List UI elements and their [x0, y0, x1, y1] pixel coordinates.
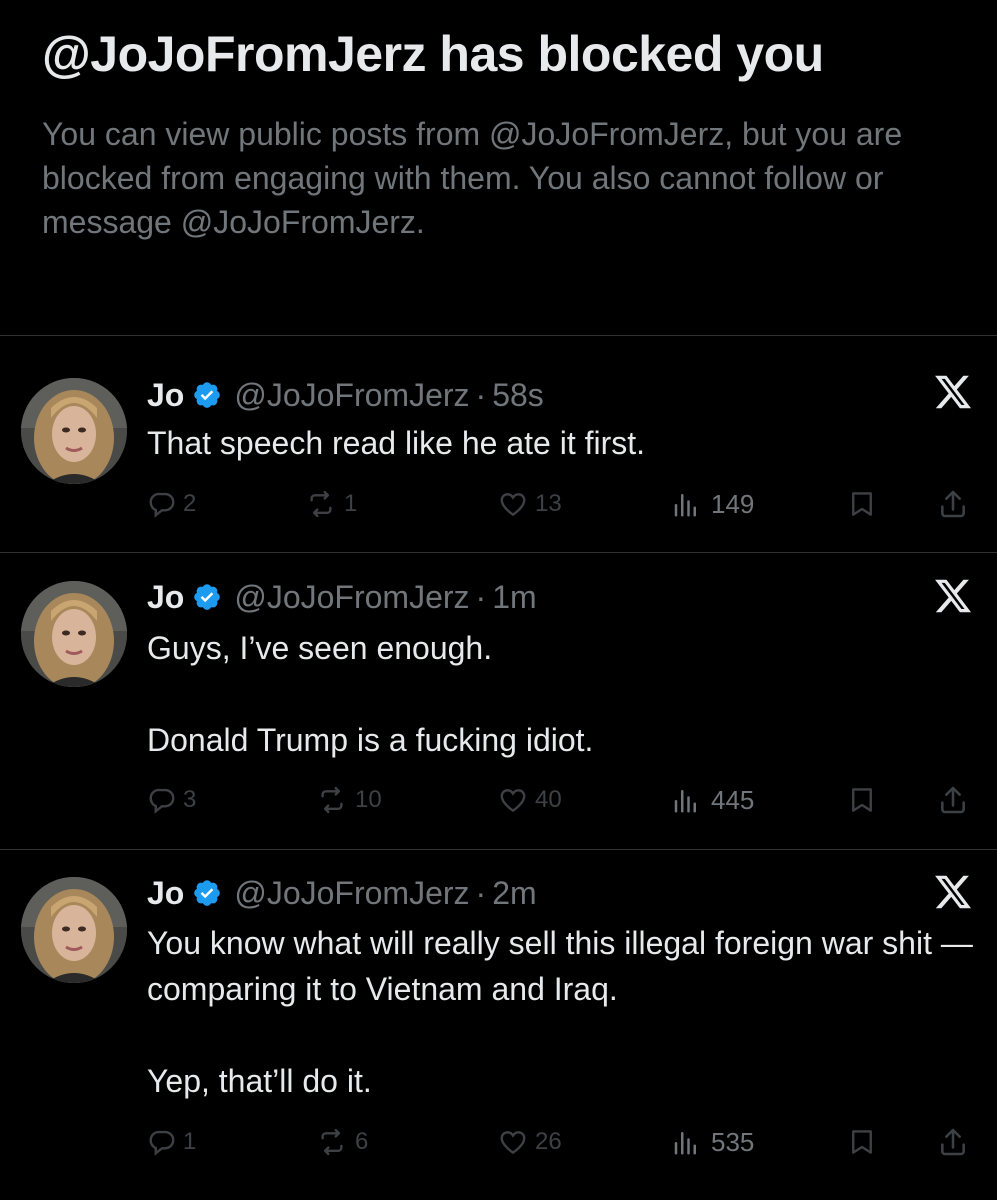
post-text: Guys, I’ve seen enough. Donald Trump is … — [147, 625, 977, 763]
bar-chart-icon — [671, 785, 701, 815]
post-time[interactable]: 2m — [492, 875, 536, 912]
author-name[interactable]: Jo — [147, 579, 184, 616]
repost-button[interactable]: 6 — [315, 1122, 368, 1162]
post-paragraph: Yep, that’ll do it. — [147, 1063, 372, 1099]
reply-count: 1 — [183, 1128, 197, 1155]
avatar[interactable] — [21, 581, 127, 687]
x-logo-icon[interactable] — [933, 576, 973, 616]
heart-icon — [497, 1127, 529, 1157]
views-count: 445 — [711, 784, 755, 815]
reply-button[interactable]: 1 — [147, 1122, 196, 1162]
post-paragraph: Donald Trump is a fucking idiot. — [147, 722, 594, 758]
verified-badge-icon — [192, 380, 222, 410]
post-paragraph: Guys, I’ve seen enough. — [147, 630, 493, 666]
share-upload-icon — [937, 1126, 969, 1158]
like-count: 13 — [535, 490, 562, 517]
post-header: Jo @JoJoFromJerz · 58s — [147, 375, 544, 415]
author-name[interactable]: Jo — [147, 377, 184, 414]
bookmark-icon — [847, 489, 877, 519]
post-time[interactable]: 1m — [492, 579, 536, 616]
views-count: 149 — [711, 488, 755, 519]
share-button[interactable] — [937, 484, 969, 524]
author-handle[interactable]: @JoJoFromJerz — [234, 579, 469, 616]
repost-count: 6 — [355, 1128, 369, 1155]
reply-count: 3 — [183, 786, 197, 813]
verified-badge-icon — [192, 878, 222, 908]
x-logo-icon[interactable] — [933, 872, 973, 912]
divider — [0, 335, 997, 336]
repost-button[interactable]: 1 — [304, 484, 357, 524]
post-actions: 2 1 13 149 — [147, 484, 977, 524]
repost-button[interactable]: 10 — [315, 780, 382, 820]
x-logo-icon[interactable] — [933, 372, 973, 412]
post-header: Jo @JoJoFromJerz · 2m — [147, 873, 537, 913]
share-upload-icon — [937, 488, 969, 520]
separator-dot: · — [475, 578, 487, 615]
share-button[interactable] — [937, 1122, 969, 1162]
bookmark-icon — [847, 1127, 877, 1157]
repost-count: 10 — [355, 786, 382, 813]
post-actions: 3 10 40 445 — [147, 780, 977, 820]
avatar[interactable] — [21, 877, 127, 983]
repost-icon — [315, 1127, 349, 1157]
separator-dot: · — [475, 874, 487, 911]
like-count: 26 — [535, 1128, 562, 1155]
avatar[interactable] — [21, 378, 127, 484]
divider — [0, 849, 997, 850]
bar-chart-icon — [671, 1127, 701, 1157]
bookmark-button[interactable] — [847, 780, 877, 820]
author-name[interactable]: Jo — [147, 875, 184, 912]
blocked-notice: @JoJoFromJerz has blocked you You can vi… — [42, 22, 962, 244]
like-count: 40 — [535, 786, 562, 813]
author-handle[interactable]: @JoJoFromJerz — [234, 377, 469, 414]
like-button[interactable]: 40 — [497, 780, 562, 820]
reply-count: 2 — [183, 490, 197, 517]
share-button[interactable] — [937, 780, 969, 820]
heart-icon — [497, 785, 529, 815]
post-time[interactable]: 58s — [492, 377, 544, 414]
bookmark-icon — [847, 785, 877, 815]
post-header: Jo @JoJoFromJerz · 1m — [147, 577, 537, 617]
post-text: You know what will really sell this ille… — [147, 920, 977, 1104]
share-upload-icon — [937, 784, 969, 816]
blocked-description: You can view public posts from @JoJoFrom… — [42, 116, 903, 240]
views-button[interactable]: 535 — [671, 1122, 754, 1162]
verified-badge-icon — [192, 582, 222, 612]
views-count: 535 — [711, 1126, 755, 1157]
reply-bubble-icon — [147, 1127, 177, 1157]
reply-button[interactable]: 2 — [147, 484, 196, 524]
post-text: That speech read like he ate it first. — [147, 420, 977, 466]
like-button[interactable]: 26 — [497, 1122, 562, 1162]
bookmark-button[interactable] — [847, 484, 877, 524]
post-actions: 1 6 26 535 — [147, 1122, 977, 1162]
reply-bubble-icon — [147, 489, 177, 519]
blocked-title: @JoJoFromJerz has blocked you — [42, 26, 824, 82]
reply-bubble-icon — [147, 785, 177, 815]
repost-count: 1 — [344, 490, 358, 517]
bookmark-button[interactable] — [847, 1122, 877, 1162]
author-handle[interactable]: @JoJoFromJerz — [234, 875, 469, 912]
post-paragraph: You know what will really sell this ille… — [147, 925, 973, 1007]
divider — [0, 552, 997, 553]
repost-icon — [315, 785, 349, 815]
repost-icon — [304, 489, 338, 519]
heart-icon — [497, 489, 529, 519]
reply-button[interactable]: 3 — [147, 780, 196, 820]
views-button[interactable]: 445 — [671, 780, 754, 820]
like-button[interactable]: 13 — [497, 484, 562, 524]
post-paragraph: That speech read like he ate it first. — [147, 425, 646, 461]
separator-dot: · — [475, 376, 487, 413]
bar-chart-icon — [671, 489, 701, 519]
views-button[interactable]: 149 — [671, 484, 754, 524]
